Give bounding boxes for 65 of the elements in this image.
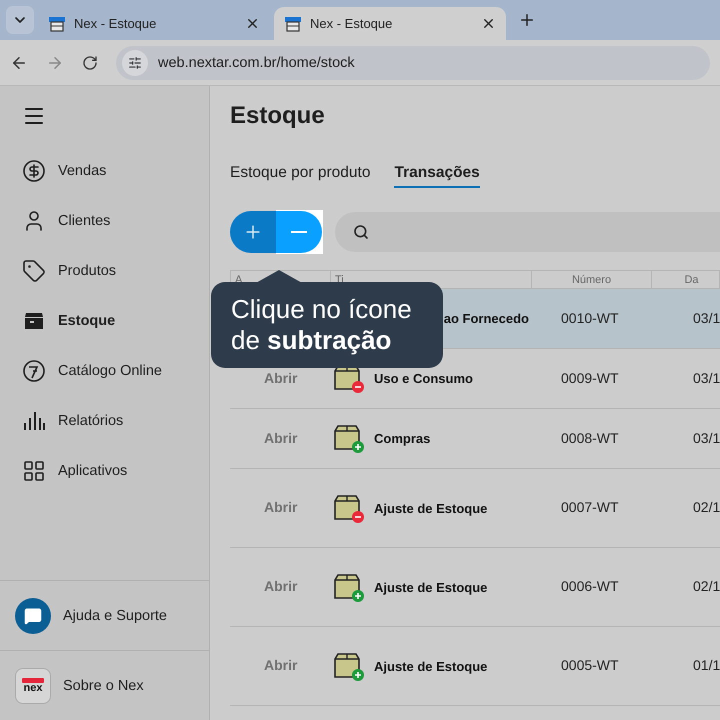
table-cell-text: 0006-WT [560,578,619,594]
store-icon [284,16,302,32]
grid-icon [22,459,46,483]
chat-icon [15,598,51,634]
subtract-button[interactable] [276,211,322,253]
tab-title: Nex - Estoque [310,16,394,31]
sidebar-item[interactable]: Clientes [0,196,209,246]
browser-tab[interactable]: Nex - Estoque [274,7,506,40]
box-plus-icon [333,424,364,453]
table-cell: Compras [374,431,430,446]
table-row[interactable]: Abrir Ajuste de Estoque 0006-WT 02/1 [230,548,720,627]
tab-title: Nex - Estoque [74,16,158,31]
catalog-icon [22,359,46,383]
table-cell-text: 02/1 [692,578,720,594]
dollar-icon [22,159,46,183]
table-cell-text: 0005-WT [560,657,619,673]
table-cell-text: 0009-WT [560,370,619,386]
page-tab[interactable]: Transações [394,164,480,188]
table-cell: Ajuste de Estoque [374,658,488,674]
sidebar-item[interactable]: Catálogo Online [0,346,209,396]
column-header: Número [572,274,612,286]
table-cell-text: 01/1 [692,657,720,673]
close-icon[interactable] [481,16,496,31]
store-icon [48,16,66,32]
sidebar-footer-item[interactable]: Ajuda e Suporte [0,580,209,650]
logo-icon: nex [15,668,51,704]
sidebar-item[interactable]: Estoque [0,296,209,346]
table-row[interactable]: Abrir Compras 0008-WT 03/1 [230,409,720,469]
table-cell-text: 02/1 [692,499,720,515]
search-icon [353,224,369,240]
sidebar-item[interactable]: Relatórios [0,396,209,446]
sidebar-item[interactable]: Produtos [0,246,209,296]
table-cell: Ajuste de Estoque [374,580,488,594]
table-cell-text: 0008-WT [560,430,619,446]
table-cell-text: 03/1 [692,370,720,386]
address-bar[interactable]: web.nextar.com.br/home/stock [116,46,710,80]
table-cell: Uso e Consumo [374,371,473,386]
table-row[interactable]: Abrir Ajuste de Estoque 0007-WT 02/1 [230,469,720,548]
table-cell-text: 0007-WT [560,499,619,515]
table-cell: ao Fornecedo [444,311,529,326]
sidebar-footer-item[interactable]: nex Sobre o Nex [0,650,209,720]
box-minus-icon [333,494,364,522]
close-icon[interactable] [245,16,260,31]
page-tab[interactable]: Estoque por produto [230,164,370,188]
tag-icon [22,259,46,283]
table-cell-text: 03/1 [692,430,720,446]
add-button[interactable] [230,211,276,253]
minus-icon [291,231,307,233]
box-plus-icon [333,652,364,680]
table-row[interactable]: Abrir Ajuste de Estoque 0005-WT 01/1 [230,627,720,706]
page-title: Estoque [230,102,326,130]
tab-list-button[interactable] [6,6,34,34]
column-header: Da [684,274,699,286]
new-tab-icon[interactable] [518,11,536,29]
sidebar-item[interactable]: Aplicativos [0,446,209,496]
table-cell-text: 0010-WT [560,310,619,326]
reload-icon[interactable] [82,54,98,70]
box-plus-icon [333,572,364,602]
browser-tab[interactable]: Nex - Estoque [38,7,270,40]
table-cell-text: 03/1 [692,310,720,326]
search-field[interactable] [335,212,720,252]
bar-chart-icon [22,409,46,433]
table-cell: Ajuste de Estoque [374,500,488,516]
sidebar-item[interactable]: Vendas [0,146,209,196]
site-settings-icon[interactable] [122,50,148,76]
